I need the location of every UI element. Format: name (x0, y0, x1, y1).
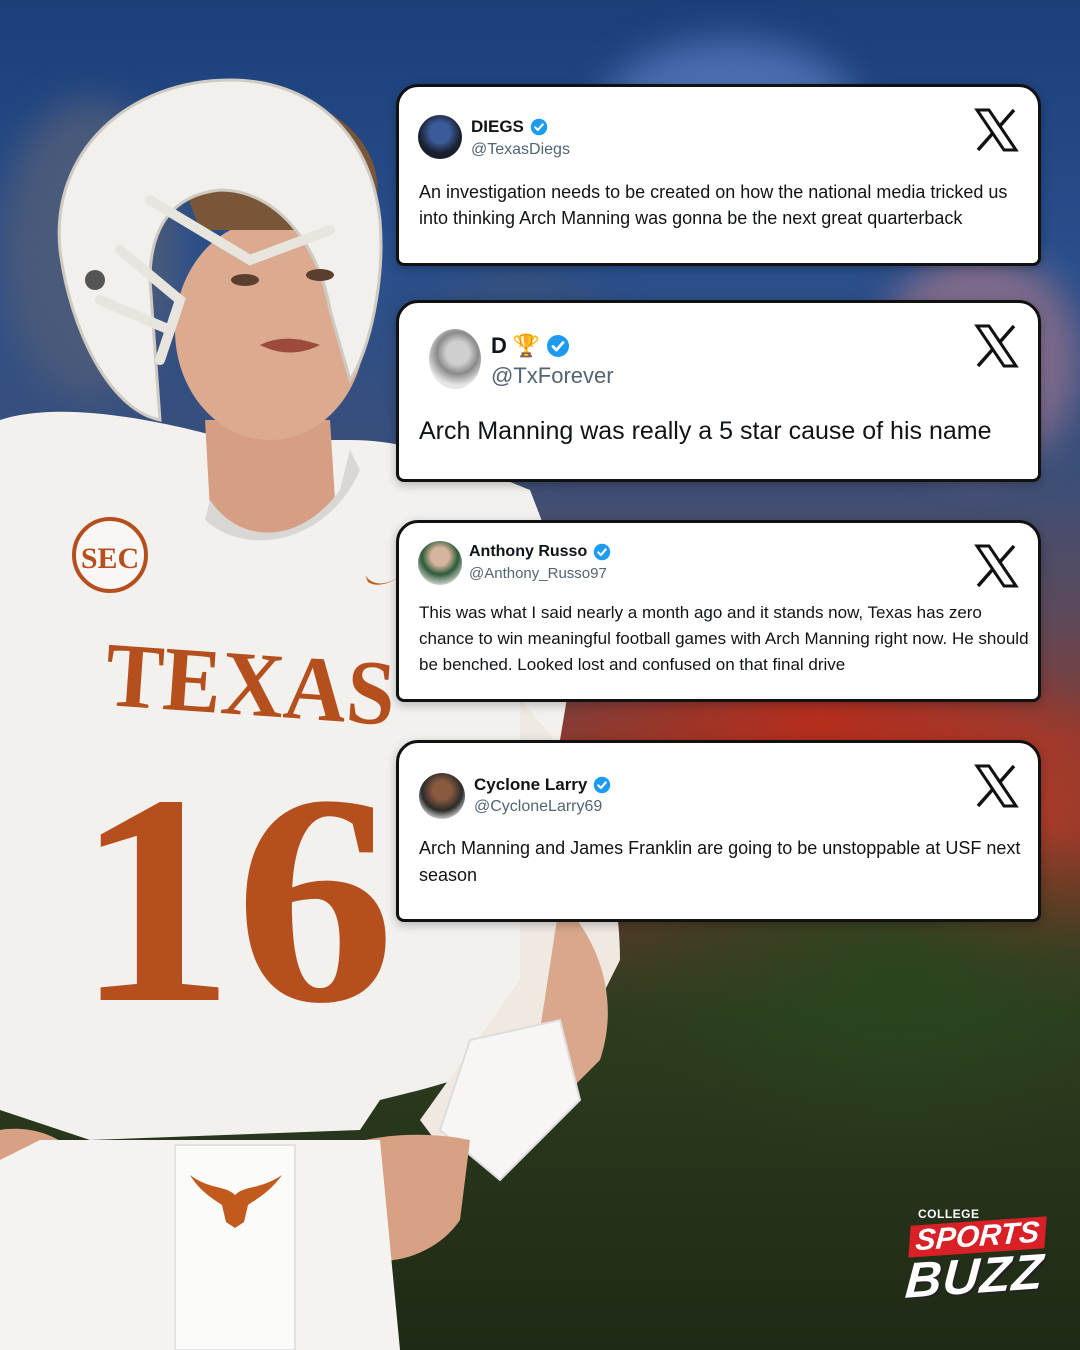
sec-patch: SEC (72, 517, 148, 593)
brand-college: COLLEGE (918, 1207, 980, 1221)
tweet-card[interactable]: Cyclone Larry @CycloneLarry69 Arch Manni… (396, 740, 1041, 922)
tweet-author[interactable]: Cyclone Larry (474, 775, 611, 795)
author-handle[interactable]: @TexasDiegs (471, 141, 570, 159)
jersey-number: 16 (75, 733, 395, 1065)
tweet-card[interactable]: D 🏆 @TxForever Arch Manning was really a… (396, 300, 1041, 482)
x-logo-icon[interactable] (973, 107, 1019, 153)
tweet-text: This was what I said nearly a month ago … (419, 603, 1029, 674)
verified-badge-icon (594, 776, 611, 794)
author-handle[interactable]: @Anthony_Russo97 (469, 565, 607, 582)
eye (306, 269, 334, 281)
towel (174, 1144, 296, 1350)
avatar[interactable] (418, 541, 462, 585)
post-image: SEC TEXAS 16 DIEGS @TexasDiegs An invest… (0, 0, 1080, 1350)
avatar[interactable] (419, 773, 465, 819)
author-name: D (491, 333, 507, 358)
author-handle[interactable]: @TxForever (491, 363, 614, 389)
author-name: Anthony Russo (469, 543, 588, 560)
tweet-text: Arch Manning and James Franklin are goin… (419, 838, 1021, 885)
tweet-author[interactable]: D 🏆 (491, 333, 570, 359)
trophy-icon: 🏆 (512, 333, 541, 358)
svg-text:SEC: SEC (81, 542, 139, 575)
author-name: DIEGS (471, 117, 524, 136)
x-logo-icon[interactable] (973, 323, 1019, 369)
author-handle[interactable]: @CycloneLarry69 (474, 798, 602, 816)
tweet-text: An investigation needs to be created on … (419, 182, 1008, 228)
tweet-author[interactable]: Anthony Russo (469, 543, 611, 561)
x-logo-icon[interactable] (973, 763, 1019, 809)
verified-badge-icon (593, 543, 611, 561)
tweet-card[interactable]: Anthony Russo @Anthony_Russo97 This was … (396, 520, 1041, 702)
tweet-author[interactable]: DIEGS (471, 117, 548, 137)
brand-logo: COLLEGE SPORTS BUZZ (900, 1205, 1060, 1309)
avatar[interactable] (418, 115, 462, 159)
x-logo-icon[interactable] (973, 543, 1019, 589)
brand-buzz: BUZZ (903, 1243, 1046, 1309)
jersey-team: TEXAS (102, 623, 398, 745)
verified-badge-icon (530, 118, 548, 136)
tweet-card[interactable]: DIEGS @TexasDiegs An investigation needs… (396, 84, 1041, 266)
author-name: Cyclone Larry (474, 775, 588, 794)
verified-badge-icon (547, 335, 570, 357)
helmet-hole (85, 270, 105, 290)
eye (231, 274, 259, 286)
avatar[interactable] (429, 329, 481, 389)
tweet-text: Arch Manning was really a 5 star cause o… (419, 417, 992, 445)
